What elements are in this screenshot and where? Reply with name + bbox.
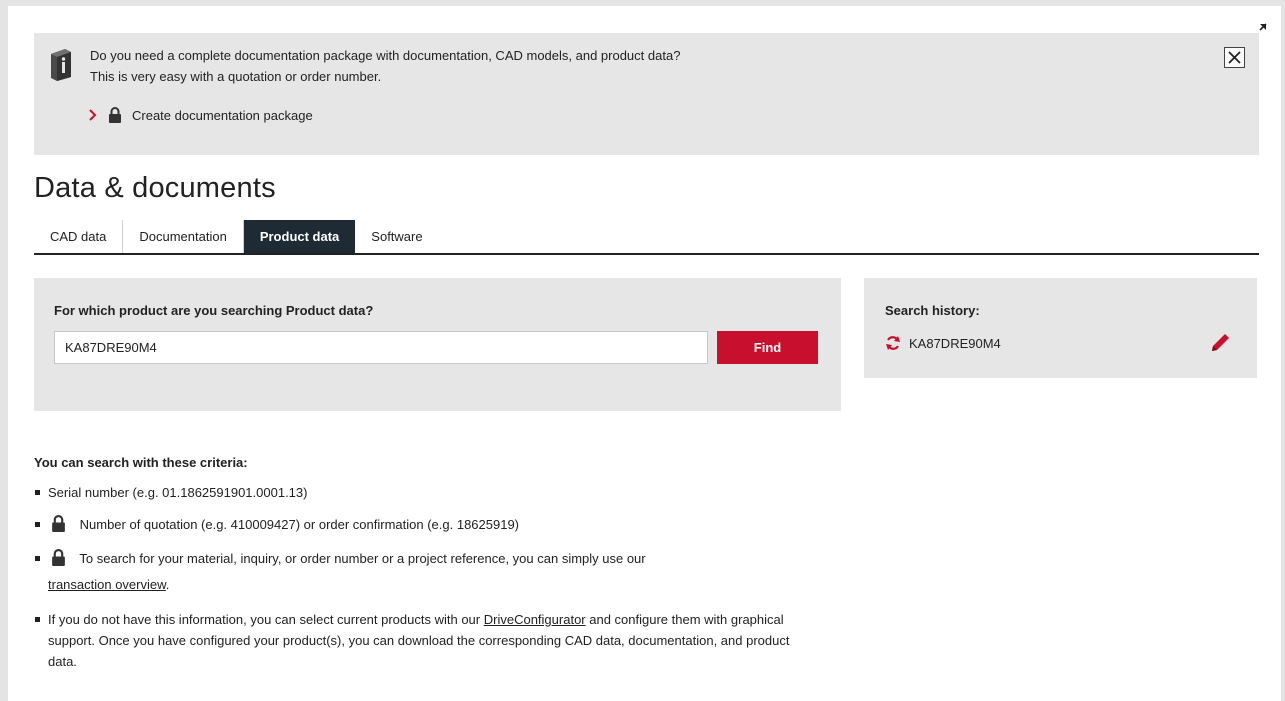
chevron-right-icon [89,109,97,121]
criteria-item-configurator: If you do not have this information, you… [34,609,814,672]
bullet [35,522,40,527]
lock-icon [52,549,65,566]
tab-bar: CAD data Documentation Product data Soft… [34,220,1259,255]
banner-text-line1: Do you need a complete documentation pac… [90,48,681,63]
close-banner-button[interactable] [1224,47,1245,68]
tab-product-data[interactable]: Product data [243,220,356,253]
bullet [35,556,40,561]
find-button[interactable]: Find [717,331,818,364]
search-label: For which product are you searching Prod… [54,303,374,318]
tab-software[interactable]: Software [355,220,438,253]
criteria-list: Serial number (e.g. 01.1862591901.0001.1… [34,476,814,672]
close-icon [1228,51,1241,64]
page-title: Data & documents [34,172,276,204]
criteria-item-quotation: Number of quotation (e.g. 410009427) or … [34,514,814,535]
driveconfigurator-link[interactable]: DriveConfigurator [484,612,586,627]
bullet [35,617,40,622]
criteria-transaction-text: To search for your material, inquiry, or… [79,551,646,566]
create-documentation-package-link[interactable]: Create documentation package [88,105,313,125]
transaction-overview-link[interactable]: transaction overview [48,577,166,592]
criteria-item-transaction: To search for your material, inquiry, or… [34,546,814,598]
criteria-configurator-pre: If you do not have this information, you… [48,612,481,627]
search-history-panel: Search history: KA87DRE90M4 [864,278,1257,378]
search-history-item-label: KA87DRE90M4 [909,335,1001,351]
criteria-item-serial: Serial number (e.g. 01.1862591901.0001.1… [34,482,814,503]
lock-icon [52,515,65,532]
tab-documentation[interactable]: Documentation [123,220,244,253]
product-search-input[interactable] [54,331,708,364]
criteria-quotation-text: Number of quotation (e.g. 410009427) or … [79,517,520,532]
documentation-package-banner: Do you need a complete documentation pac… [34,33,1259,155]
bullet [35,490,40,495]
search-history-item[interactable]: KA87DRE90M4 [885,335,1001,351]
criteria-transaction-period: . [165,577,170,592]
criteria-serial-text: Serial number (e.g. 01.1862591901.0001.1… [48,485,308,500]
criteria-heading: You can search with these criteria: [34,455,248,470]
create-documentation-package-label: Create documentation package [132,107,313,123]
search-history-title: Search history: [885,303,980,318]
pencil-icon[interactable] [1209,332,1231,354]
tab-cad-data[interactable]: CAD data [34,220,124,253]
info-book-icon [51,49,71,81]
refresh-icon [886,336,900,350]
banner-text-line2: This is very easy with a quotation or or… [90,69,382,84]
product-search-panel: For which product are you searching Prod… [34,278,841,411]
lock-icon [109,107,121,123]
